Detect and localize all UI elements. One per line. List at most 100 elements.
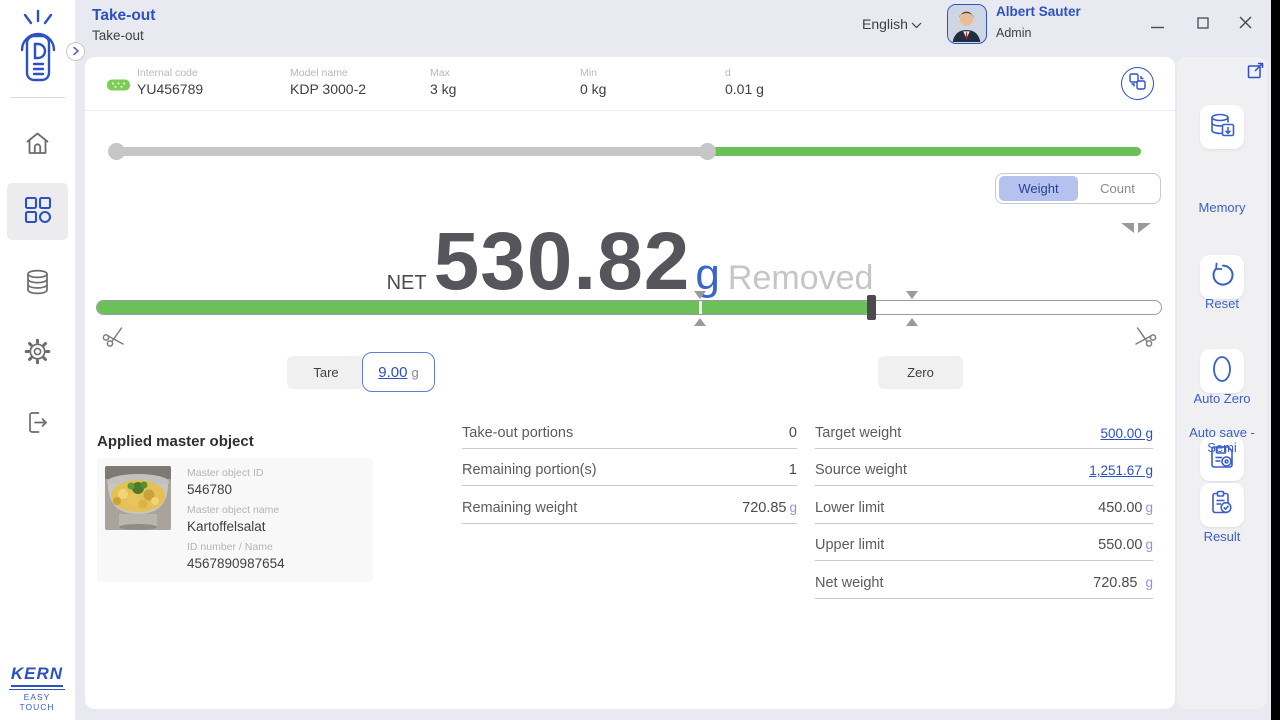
window-maximize-button[interactable] [1192, 14, 1214, 36]
stat-label: Remaining portion(s) [462, 462, 597, 478]
window-minimize-button[interactable] [1146, 14, 1168, 36]
switch-scale-button[interactable] [1121, 67, 1154, 100]
home-icon [24, 130, 51, 162]
table-row: Source weight 1,251.67 g [815, 449, 1153, 487]
device-field-internal-code: Internal code YU456789 [137, 67, 203, 97]
tab-count[interactable]: Count [1078, 176, 1157, 201]
sidebar-item-logout[interactable] [0, 409, 75, 441]
stat-value: 720.85 [1093, 575, 1137, 591]
sidebar-item-settings[interactable] [0, 338, 75, 370]
user-avatar[interactable] [947, 4, 987, 44]
weight-value: 530.82 [434, 221, 691, 303]
screen-edge-strip [1271, 0, 1280, 720]
current-weight-handle[interactable] [867, 295, 876, 320]
master-object-idnumber-value: 4567890987654 [187, 556, 285, 571]
main-content-card: Internal code YU456789 Model name KDP 30… [85, 57, 1175, 709]
lower-limit-marker-top [694, 291, 706, 299]
tab-weight[interactable]: Weight [999, 176, 1078, 201]
device-field-value: KDP 3000-2 [290, 81, 366, 97]
database-icon [24, 268, 51, 301]
kern-brand-logo: KERN EASY TOUCH [6, 664, 68, 712]
stat-label: Upper limit [815, 537, 884, 553]
page-title: Take-out [92, 7, 155, 25]
device-field-value: 0 kg [580, 81, 606, 97]
stat-unit: g [789, 500, 797, 515]
master-object-name-value: Kartoffelsalat [187, 519, 285, 534]
device-field-label: Model name [290, 67, 366, 79]
device-field-min: Min 0 kg [580, 67, 606, 97]
apps-grid-icon [24, 196, 51, 228]
upper-limit-notch [911, 301, 914, 314]
stability-indicator-icon [1121, 221, 1151, 239]
device-field-max: Max 3 kg [430, 67, 456, 97]
cut-left-icon[interactable] [101, 323, 129, 351]
lower-limit-marker-bottom [694, 318, 706, 326]
scale-connector-icon [106, 77, 131, 98]
language-label: English [862, 16, 908, 32]
result-button[interactable] [1200, 483, 1244, 527]
net-indicator: NET [387, 272, 427, 295]
stat-label: Take-out portions [462, 425, 573, 441]
table-row: Remaining portion(s) 1 [462, 449, 797, 487]
source-weight-link[interactable]: 1,251.67 g [1089, 463, 1153, 478]
reset-button[interactable] [1200, 255, 1244, 299]
sidebar-collapse-button[interactable] [66, 42, 85, 61]
stat-label: Net weight [815, 575, 884, 591]
reset-label: Reset [1177, 296, 1267, 311]
tare-button[interactable]: Tare [287, 356, 365, 389]
result-label: Result [1177, 529, 1267, 544]
table-row: Take-out portions 0 [462, 411, 797, 449]
lower-limit-notch [699, 301, 702, 314]
stat-value: 720.85 [742, 500, 786, 516]
stat-value: 550.00 [1098, 537, 1142, 553]
device-field-value: 0.01 g [725, 81, 764, 97]
device-field-model-name: Model name KDP 3000-2 [290, 67, 366, 97]
device-field-label: Min [580, 67, 606, 79]
sidebar-item-home[interactable] [0, 130, 75, 162]
master-object-id-label: Master object ID [187, 467, 285, 479]
slider-thumb-middle[interactable] [699, 143, 716, 160]
window-close-button[interactable] [1234, 14, 1256, 36]
target-weight-link[interactable]: 500.00 g [1100, 426, 1153, 441]
right-action-rail: Memory Reset Auto Zero [1177, 57, 1267, 709]
auto-zero-button[interactable] [1200, 349, 1244, 393]
upper-limit-marker-bottom [906, 318, 918, 326]
portion-slider-fill [707, 147, 1141, 156]
device-bar-divider [85, 110, 1175, 111]
expand-panel-button[interactable] [1247, 61, 1265, 79]
stat-label: Lower limit [815, 500, 884, 516]
slider-thumb-left[interactable] [108, 143, 125, 160]
sidebar-item-database[interactable] [0, 268, 75, 301]
auto-zero-icon [1208, 354, 1236, 389]
chevron-right-icon [72, 43, 80, 61]
portion-slider[interactable] [110, 147, 1141, 156]
sidebar-item-apps[interactable] [7, 183, 68, 240]
tare-unit: g [411, 365, 418, 380]
left-sidebar: KERN EASY TOUCH [0, 0, 75, 720]
device-field-label: Internal code [137, 67, 203, 79]
brand-rule [9, 689, 65, 690]
memory-icon [1208, 111, 1236, 144]
device-field-label: d [725, 67, 764, 79]
weight-progress-bar [96, 300, 1162, 315]
master-object-id-value: 546780 [187, 482, 285, 497]
table-row: Target weight 500.00 g [815, 411, 1153, 449]
device-field-label: Max [430, 67, 456, 79]
master-object-card[interactable]: Master object ID 546780 Master object na… [97, 458, 373, 582]
sidebar-divider [10, 97, 65, 98]
memory-button[interactable] [1200, 105, 1244, 149]
zero-button[interactable]: Zero [878, 356, 963, 389]
brand-tagline: EASY TOUCH [6, 692, 68, 712]
cut-right-icon[interactable] [1132, 323, 1160, 351]
table-row: Lower limit 450.00 g [815, 486, 1153, 524]
gear-icon [24, 338, 51, 370]
upper-limit-marker-top [906, 291, 918, 299]
language-selector[interactable]: English [862, 16, 922, 32]
table-row: Net weight 720.85 g [815, 561, 1153, 599]
page-subtitle: Take-out [92, 28, 144, 43]
brand-name: KERN [11, 664, 63, 687]
logout-icon [24, 409, 51, 441]
device-field-value: YU456789 [137, 81, 203, 97]
stat-unit: g [1145, 575, 1153, 590]
tare-value-field[interactable]: 9.00 g [362, 352, 435, 392]
